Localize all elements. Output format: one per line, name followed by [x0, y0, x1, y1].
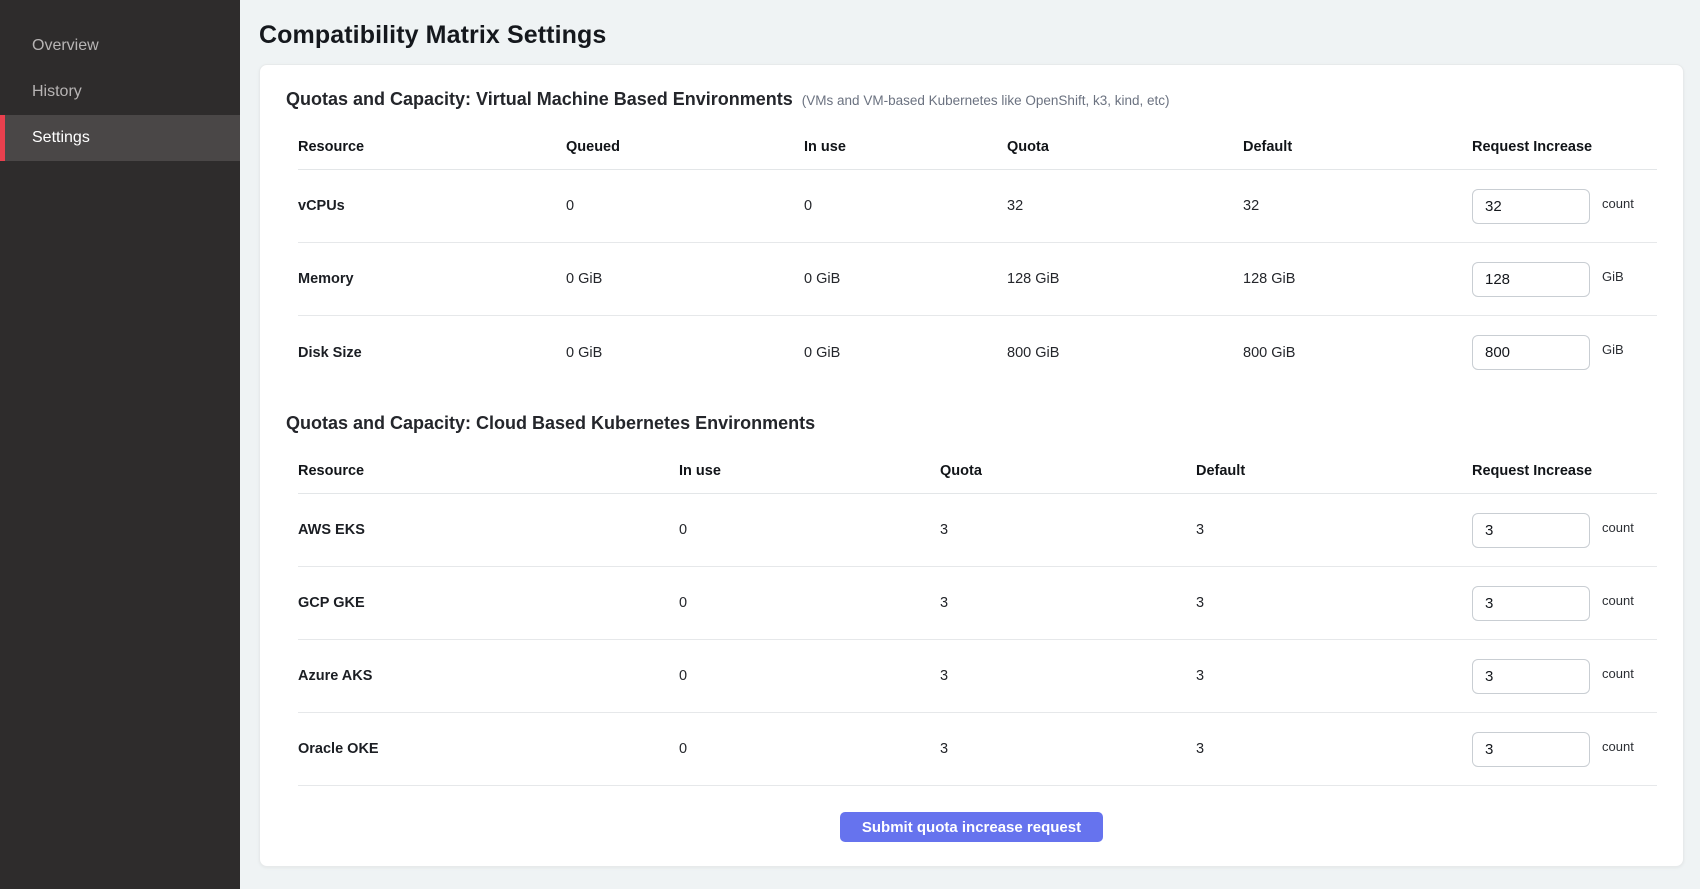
- request-increase-cell: GiB: [1472, 262, 1657, 297]
- active-indicator: [0, 115, 5, 161]
- column-header-queued: Queued: [566, 139, 804, 155]
- default-value: 128 GiB: [1243, 271, 1472, 287]
- resource-name: GCP GKE: [298, 595, 679, 611]
- request-increase-cell: count: [1472, 732, 1657, 767]
- sidebar-item-history[interactable]: History: [0, 69, 240, 115]
- unit-label: count: [1602, 196, 1634, 211]
- in-use-value: 0 GiB: [804, 345, 1007, 361]
- resource-name: Memory: [298, 271, 566, 287]
- unit-label: count: [1602, 666, 1634, 681]
- main-content: Compatibility Matrix Settings Quotas and…: [240, 0, 1700, 889]
- default-value: 3: [1196, 741, 1472, 757]
- cloud-table-header-row: Resource In use Quota Default Request In…: [298, 448, 1657, 494]
- table-row-aws-eks: AWS EKS 0 3 3 count: [298, 494, 1657, 567]
- submit-quota-increase-button[interactable]: Submit quota increase request: [840, 812, 1103, 842]
- sidebar-item-settings[interactable]: Settings: [0, 115, 240, 161]
- sidebar-item-label: Settings: [32, 129, 90, 147]
- settings-card: Quotas and Capacity: Virtual Machine Bas…: [259, 64, 1684, 867]
- column-header-default: Default: [1196, 463, 1472, 479]
- request-increase-cell: count: [1472, 189, 1657, 224]
- unit-label: count: [1602, 593, 1634, 608]
- unit-label: count: [1602, 739, 1634, 754]
- column-header-default: Default: [1243, 139, 1472, 155]
- unit-label: GiB: [1602, 342, 1624, 357]
- sidebar-item-overview[interactable]: Overview: [0, 23, 240, 69]
- table-row-vcpus: vCPUs 0 0 32 32 count: [298, 170, 1657, 243]
- resource-name: Azure AKS: [298, 668, 679, 684]
- resource-name: vCPUs: [298, 198, 566, 214]
- cloud-section-title: Quotas and Capacity: Cloud Based Kuberne…: [286, 413, 815, 434]
- request-increase-cell: count: [1472, 513, 1657, 548]
- cloud-section-header: Quotas and Capacity: Cloud Based Kuberne…: [286, 413, 1657, 434]
- default-value: 3: [1196, 668, 1472, 684]
- in-use-value: 0: [679, 668, 940, 684]
- default-value: 800 GiB: [1243, 345, 1472, 361]
- column-header-in-use: In use: [804, 139, 1007, 155]
- column-header-resource: Resource: [298, 139, 566, 155]
- sidebar: Overview History Settings: [0, 0, 240, 889]
- default-value: 32: [1243, 198, 1472, 214]
- submit-row: Submit quota increase request: [286, 812, 1657, 842]
- column-header-in-use: In use: [679, 463, 940, 479]
- request-increase-cell: count: [1472, 659, 1657, 694]
- column-header-resource: Resource: [298, 463, 679, 479]
- column-header-quota: Quota: [940, 463, 1196, 479]
- quota-value: 3: [940, 522, 1196, 538]
- unit-label: count: [1602, 520, 1634, 535]
- table-row-gcp-gke: GCP GKE 0 3 3 count: [298, 567, 1657, 640]
- request-increase-input[interactable]: [1472, 513, 1590, 548]
- resource-name: Disk Size: [298, 345, 566, 361]
- in-use-value: 0: [679, 741, 940, 757]
- column-header-quota: Quota: [1007, 139, 1243, 155]
- request-increase-input[interactable]: [1472, 659, 1590, 694]
- vm-section-title: Quotas and Capacity: Virtual Machine Bas…: [286, 89, 793, 110]
- request-increase-input[interactable]: [1472, 732, 1590, 767]
- quota-value: 128 GiB: [1007, 271, 1243, 287]
- vm-section-subtitle: (VMs and VM-based Kubernetes like OpenSh…: [802, 93, 1170, 108]
- request-increase-input[interactable]: [1472, 189, 1590, 224]
- page-title: Compatibility Matrix Settings: [259, 21, 1684, 50]
- quota-value: 3: [940, 741, 1196, 757]
- queued-value: 0: [566, 198, 804, 214]
- request-increase-cell: count: [1472, 586, 1657, 621]
- vm-section-header: Quotas and Capacity: Virtual Machine Bas…: [286, 89, 1657, 110]
- resource-name: AWS EKS: [298, 522, 679, 538]
- quota-value: 800 GiB: [1007, 345, 1243, 361]
- request-increase-input[interactable]: [1472, 262, 1590, 297]
- unit-label: GiB: [1602, 269, 1624, 284]
- in-use-value: 0: [679, 595, 940, 611]
- table-row-disk-size: Disk Size 0 GiB 0 GiB 800 GiB 800 GiB Gi…: [298, 316, 1657, 389]
- quota-value: 32: [1007, 198, 1243, 214]
- resource-name: Oracle OKE: [298, 741, 679, 757]
- sidebar-item-label: History: [32, 83, 82, 101]
- in-use-value: 0: [679, 522, 940, 538]
- request-increase-cell: GiB: [1472, 335, 1657, 370]
- quota-value: 3: [940, 668, 1196, 684]
- in-use-value: 0 GiB: [804, 271, 1007, 287]
- table-row-azure-aks: Azure AKS 0 3 3 count: [298, 640, 1657, 713]
- vm-table: Resource Queued In use Quota Default Req…: [298, 124, 1657, 389]
- column-header-request-increase: Request Increase: [1472, 139, 1657, 155]
- quota-value: 3: [940, 595, 1196, 611]
- queued-value: 0 GiB: [566, 271, 804, 287]
- request-increase-input[interactable]: [1472, 586, 1590, 621]
- queued-value: 0 GiB: [566, 345, 804, 361]
- cloud-table: Resource In use Quota Default Request In…: [298, 448, 1657, 786]
- default-value: 3: [1196, 522, 1472, 538]
- table-row-memory: Memory 0 GiB 0 GiB 128 GiB 128 GiB GiB: [298, 243, 1657, 316]
- default-value: 3: [1196, 595, 1472, 611]
- column-header-request-increase: Request Increase: [1472, 463, 1657, 479]
- request-increase-input[interactable]: [1472, 335, 1590, 370]
- in-use-value: 0: [804, 198, 1007, 214]
- vm-table-header-row: Resource Queued In use Quota Default Req…: [298, 124, 1657, 170]
- table-row-oracle-oke: Oracle OKE 0 3 3 count: [298, 713, 1657, 786]
- sidebar-item-label: Overview: [32, 37, 99, 55]
